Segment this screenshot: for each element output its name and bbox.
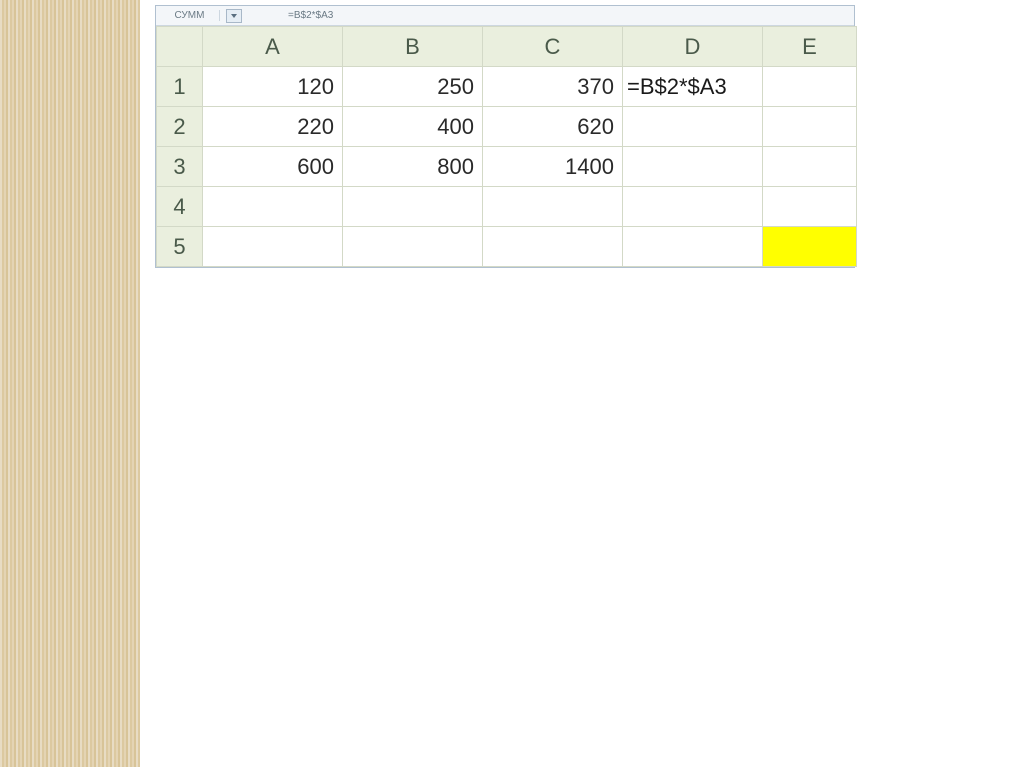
cell-c5[interactable] [483, 227, 623, 267]
col-header-b[interactable]: B [343, 27, 483, 67]
formula-input[interactable]: =B$2*$A3 [248, 10, 850, 21]
cell-b5[interactable] [343, 227, 483, 267]
row-2: 2 220 400 620 [157, 107, 857, 147]
cell-b2[interactable]: 400 [343, 107, 483, 147]
cell-d1[interactable]: =B$2*$A3 [623, 67, 763, 107]
cell-c4[interactable] [483, 187, 623, 227]
cell-d2[interactable] [623, 107, 763, 147]
row-header-5[interactable]: 5 [157, 227, 203, 267]
cell-d5[interactable] [623, 227, 763, 267]
row-header-2[interactable]: 2 [157, 107, 203, 147]
cell-e1[interactable] [763, 67, 857, 107]
cell-a2[interactable]: 220 [203, 107, 343, 147]
col-header-c[interactable]: C [483, 27, 623, 67]
col-header-a[interactable]: A [203, 27, 343, 67]
col-header-e[interactable]: E [763, 27, 857, 67]
cell-d3[interactable] [623, 147, 763, 187]
cell-c2[interactable]: 620 [483, 107, 623, 147]
name-box-dropdown-icon[interactable] [226, 9, 242, 23]
cell-b3[interactable]: 800 [343, 147, 483, 187]
row-header-3[interactable]: 3 [157, 147, 203, 187]
spreadsheet-window: СУММ =B$2*$A3 A B C D E 1 120 250 370 =B… [155, 5, 855, 268]
row-1: 1 120 250 370 =B$2*$A3 [157, 67, 857, 107]
select-all-corner[interactable] [157, 27, 203, 67]
column-header-row: A B C D E [157, 27, 857, 67]
cell-a4[interactable] [203, 187, 343, 227]
cell-a1[interactable]: 120 [203, 67, 343, 107]
cell-e4[interactable] [763, 187, 857, 227]
cell-e2[interactable] [763, 107, 857, 147]
row-5: 5 [157, 227, 857, 267]
cell-e3[interactable] [763, 147, 857, 187]
cell-a5[interactable] [203, 227, 343, 267]
row-3: 3 600 800 1400 [157, 147, 857, 187]
cell-c1[interactable]: 370 [483, 67, 623, 107]
formula-bar: СУММ =B$2*$A3 [156, 6, 854, 26]
left-texture-strip [0, 0, 140, 767]
name-box[interactable]: СУММ [160, 10, 220, 21]
cell-a3[interactable]: 600 [203, 147, 343, 187]
cell-b4[interactable] [343, 187, 483, 227]
row-header-4[interactable]: 4 [157, 187, 203, 227]
cell-e5[interactable] [763, 227, 857, 267]
cell-c3[interactable]: 1400 [483, 147, 623, 187]
row-header-1[interactable]: 1 [157, 67, 203, 107]
row-4: 4 [157, 187, 857, 227]
spreadsheet-grid[interactable]: A B C D E 1 120 250 370 =B$2*$A3 2 220 4… [156, 26, 857, 267]
col-header-d[interactable]: D [623, 27, 763, 67]
cell-b1[interactable]: 250 [343, 67, 483, 107]
cell-d4[interactable] [623, 187, 763, 227]
